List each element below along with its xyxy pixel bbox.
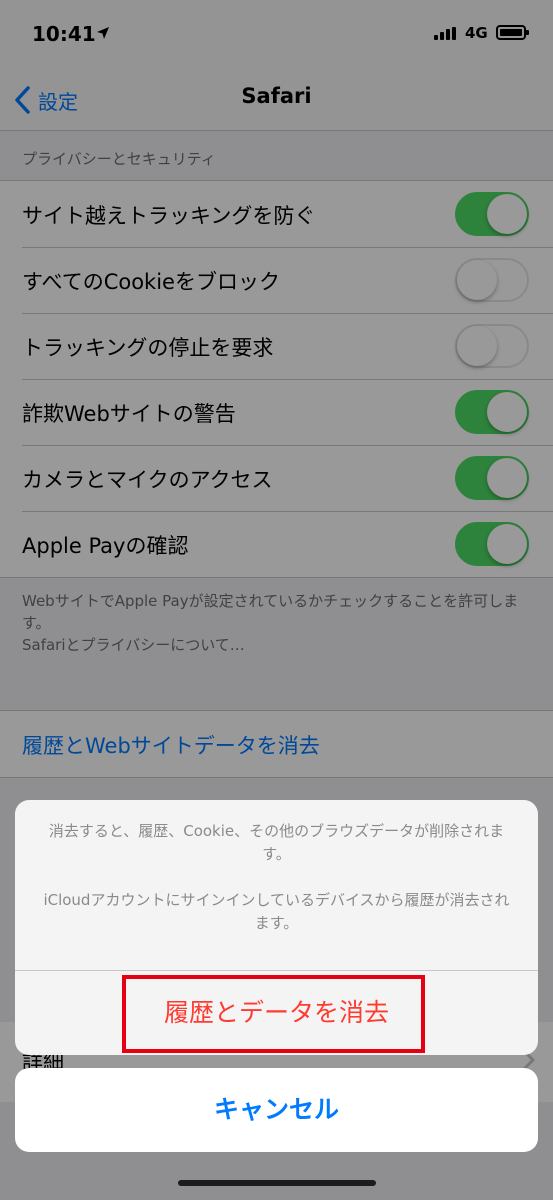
- home-indicator[interactable]: [178, 1180, 376, 1186]
- cancel-button[interactable]: キャンセル: [15, 1068, 538, 1152]
- action-sheet-message: 消去すると、履歴、Cookie、その他のブラウズデータが削除されます。 iClo…: [39, 820, 514, 935]
- highlight-annotation-box: [122, 975, 425, 1053]
- message-line-1: 消去すると、履歴、Cookie、その他のブラウズデータが削除されます。: [48, 822, 505, 863]
- message-line-2: iCloudアカウントにサインインしているデバイスから履歴が消去されます。: [43, 891, 510, 932]
